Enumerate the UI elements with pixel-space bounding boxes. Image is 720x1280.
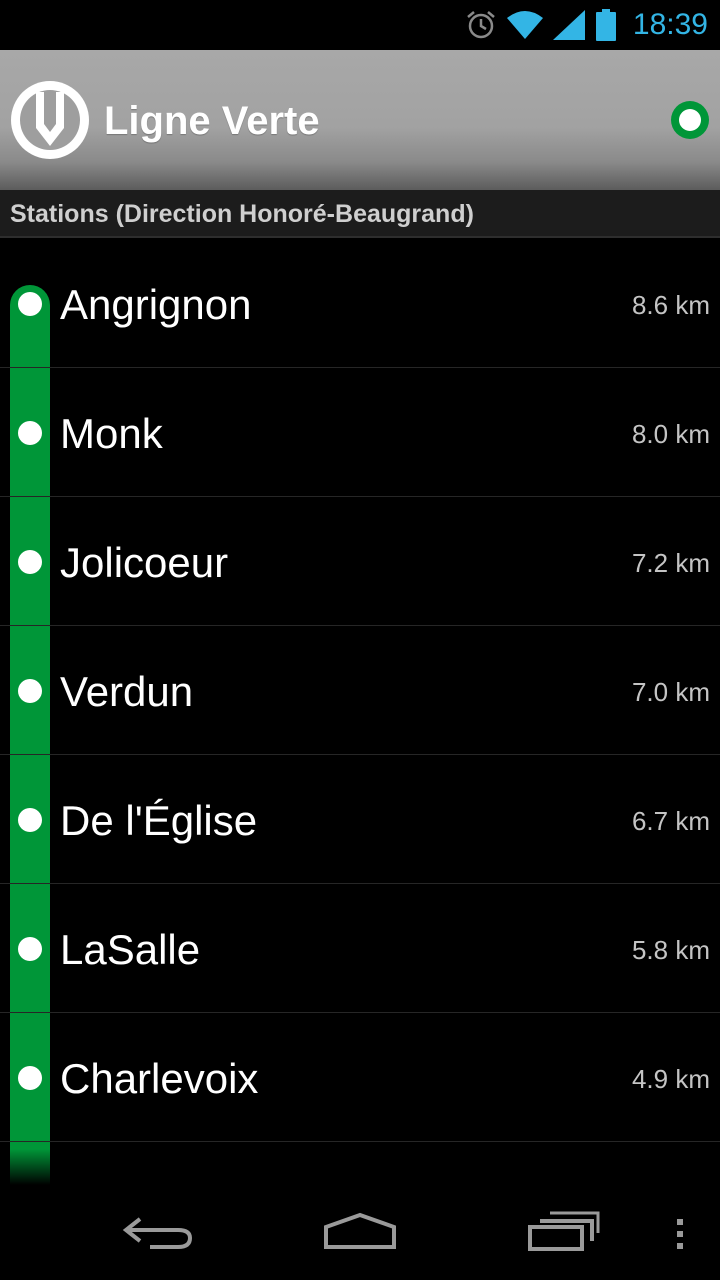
signal-icon [552,10,585,40]
station-row[interactable]: Charlevoix 4.9 km [0,1014,720,1142]
navigation-bar [0,1185,720,1280]
back-icon[interactable] [120,1205,200,1260]
page-title: Ligne Verte [104,99,320,143]
station-name: Jolicoeur [60,539,229,586]
station-row[interactable]: Jolicoeur 7.2 km [0,498,720,626]
line-color-indicator-icon [670,100,710,140]
station-distance: 4.9 km [631,1064,710,1094]
battery-icon [595,9,617,41]
action-bar: Ligne Verte [0,50,720,190]
section-header: Stations (Direction Honoré-Beaugrand) [0,190,720,238]
station-name: Verdun [60,668,194,715]
overflow-menu-icon[interactable] [668,1205,692,1260]
station-name: LaSalle [60,926,201,973]
station-row[interactable]: Angrignon 8.6 km [0,240,720,368]
station-name: Monk [60,410,163,457]
station-dot-icon [18,1066,42,1090]
wifi-icon [506,10,543,40]
station-distance: 8.6 km [631,290,710,320]
station-list[interactable]: Angrignon 8.6 km Monk 8.0 km Jolicoeur 7… [0,240,720,1185]
station-row[interactable]: De l'Église 6.7 km [0,756,720,884]
station-distance: 7.0 km [631,677,710,707]
station-dot-icon [18,808,42,832]
station-name: Charlevoix [60,1055,259,1102]
station-name: Angrignon [60,281,252,328]
station-distance: 7.2 km [631,548,710,578]
recent-apps-icon[interactable] [522,1205,602,1260]
station-distance: 8.0 km [631,419,710,449]
station-row[interactable]: LaSalle 5.8 km [0,885,720,1013]
station-dot-icon [18,421,42,445]
list-scroll-fade [0,1149,720,1185]
home-icon[interactable] [320,1205,400,1260]
station-distance: 5.8 km [631,935,710,965]
section-title: Stations (Direction Honoré-Beaugrand) [10,200,474,228]
station-dot-icon [18,550,42,574]
status-bar: 18:39 [0,0,720,50]
metro-logo-icon[interactable] [10,80,90,160]
station-row[interactable]: Verdun 7.0 km [0,627,720,755]
station-dot-icon [18,292,42,316]
station-dot-icon [18,679,42,703]
station-distance: 6.7 km [631,806,710,836]
status-time: 18:39 [632,8,708,41]
station-dot-icon [18,937,42,961]
station-row[interactable]: Monk 8.0 km [0,369,720,497]
station-name: De l'Église [60,797,258,844]
alarm-icon [465,9,497,41]
